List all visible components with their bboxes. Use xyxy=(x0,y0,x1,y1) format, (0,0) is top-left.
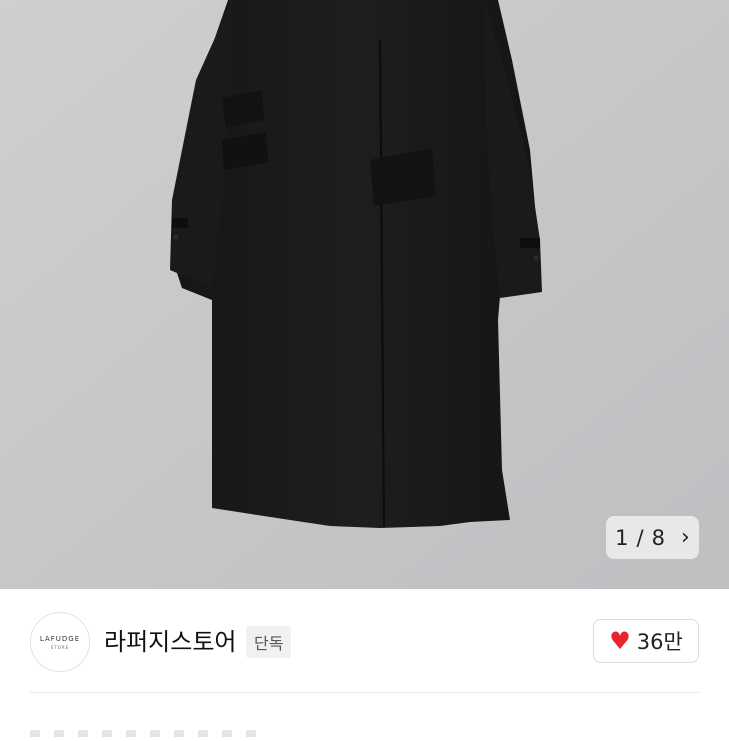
logo-subtext: STORE xyxy=(50,644,70,650)
product-image-gallery[interactable]: 1 / 8 › xyxy=(0,0,729,589)
exclusive-badge: 단독 xyxy=(246,626,292,658)
pager-separator: / xyxy=(636,525,644,550)
divider xyxy=(30,692,699,693)
heart-icon: ♥ xyxy=(609,627,631,655)
product-coat-image xyxy=(0,0,729,589)
pager-total: 8 xyxy=(651,525,665,550)
image-pager[interactable]: 1 / 8 › xyxy=(606,516,699,559)
next-section-peek xyxy=(30,722,699,737)
logo-text: LAFUDGE xyxy=(39,634,81,643)
chevron-right-icon[interactable]: › xyxy=(681,526,690,549)
like-count: 36만 xyxy=(636,630,683,654)
store-logo[interactable]: LAFUDGE STORE xyxy=(30,612,90,672)
store-name[interactable]: 라퍼지스토어 xyxy=(104,622,236,657)
like-button[interactable]: ♥ 36만 xyxy=(593,619,699,663)
pager-current: 1 xyxy=(615,525,629,550)
